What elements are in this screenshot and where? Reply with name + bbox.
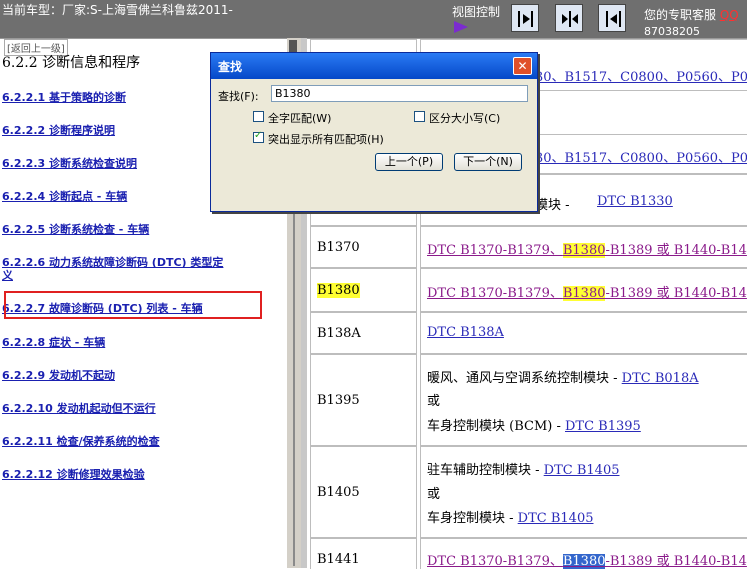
toc-item[interactable]: 6.2.2.10 发动机起动但不运行 [2,400,156,416]
find-dialog: 查找 ✕ 查找(F): 全字匹配(W) 区分大小写(C) 突出显示所有匹配项(H… [210,52,538,212]
module-text: 驻车辅助控制模块 - DTC B1405 [427,463,620,478]
play-arrow-icon[interactable] [454,21,468,33]
top-toolbar: 当前车型：厂家:S-上海雪佛兰科鲁兹2011- 视图控制 您的专职客服 QQ 8… [0,0,747,38]
toc-item[interactable]: 6.2.2.5 诊断系统检查 - 车辆 [2,221,149,237]
table-row: B1370 DTC B1370-B1379、B1380-B1389 或 B144… [310,226,747,268]
support-phone: 87038205 [644,25,700,38]
arrow-left-bar-icon [606,11,621,27]
desc-cell: DTC B1370-B1379、B1380-B1389 或 B1440-B14 [420,226,747,268]
desc-cell: DTC B1370-B1379、B1380-B1389 或 B1440-B14 [420,538,747,569]
selection-highlight-box [4,291,262,319]
current-vehicle-label: 当前车型：厂家:S-上海雪佛兰科鲁兹2011- [2,3,233,17]
module-text: 模块 - [535,198,570,213]
dtc-link[interactable]: DTC B1405 [544,463,620,478]
module-text: 车身控制模块 - DTC B1405 [427,511,594,526]
code-cell: B1370 [310,226,417,268]
code-cell: B1405 [310,446,417,538]
or-text: 或 [427,487,441,502]
toc-item[interactable]: 6.2.2.3 诊断系统检查说明 [2,155,137,171]
toc-item[interactable]: 6.2.2.1 基于策略的诊断 [2,89,126,105]
desc-cell: 暖风、通风与空调系统控制模块 - DTC B018A 或 车身控制模块 (BCM… [420,354,747,446]
whole-word-label: 全字匹配(W) [268,112,332,125]
dtc-link[interactable]: DTC B138A [427,325,504,340]
toc-item[interactable]: 6.2.2.12 诊断修理效果检验 [2,466,145,482]
table-row: B1380 DTC B1370-B1379、B1380-B1389 或 B144… [310,268,747,312]
dialog-title: 查找 [218,60,243,74]
or-text: 或 [427,394,441,409]
table-row: B1441 DTC B1370-B1379、B1380-B1389 或 B144… [310,538,747,569]
toc-item[interactable]: 6.2.2.8 症状 - 车辆 [2,334,105,350]
desc-cell: DTC B138A [420,312,747,354]
section-title: 6.2.2 诊断信息和程序 [2,55,141,71]
dtc-link[interactable]: DTC B1370-B1379、B1380-B1389 或 B1440-B14 [427,239,747,258]
match-case-label: 区分大小写(C) [429,112,501,125]
dtc-link[interactable]: DTC B018A [622,371,699,386]
collapse-left-button[interactable] [511,4,539,32]
toc-item[interactable]: 6.2.2.4 诊断起点 - 车辆 [2,188,127,204]
view-control-label: 视图控制 [452,5,501,19]
next-button[interactable]: 下一个(N) [454,153,522,171]
table-row: B138A DTC B138A [310,312,747,354]
desc-cell: DTC B1370-B1379、B1380-B1389 或 B1440-B14 [420,268,747,312]
highlight-all-label: 突出显示所有匹配项(H) [268,133,384,146]
code-cell: B1441 [310,538,417,569]
find-input[interactable] [271,85,528,102]
split-arrows-icon [562,11,578,27]
desc-cell: 驻车辅助控制模块 - DTC B1405 或 车身控制模块 - DTC B140… [420,446,747,538]
dtc-link[interactable]: 30、B1517、C0800、P0560、P0 [535,147,747,166]
find-label: 查找(F): [218,90,259,103]
table-row: B1405 驻车辅助控制模块 - DTC B1405 或 车身控制模块 - DT… [310,446,747,538]
whole-word-checkbox[interactable] [253,111,264,122]
toc-item[interactable]: 6.2.2.11 检查/保养系统的检查 [2,433,160,449]
highlight-all-checkbox[interactable] [253,130,264,143]
dtc-link[interactable]: DTC B1370-B1379、B1380-B1389 或 B1440-B14 [427,282,747,301]
support-label: 您的专职客服 QQ [644,8,739,22]
collapse-right-button[interactable] [598,4,626,32]
code-cell: B138A [310,312,417,354]
match-case-checkbox[interactable] [414,111,425,122]
dtc-link[interactable]: DTC B1395 [565,419,641,434]
prev-button[interactable]: 上一个(P) [375,153,443,171]
toc-item[interactable]: 6.2.2.9 发动机不起动 [2,367,115,383]
dialog-titlebar[interactable]: 查找 ✕ [211,53,537,79]
module-text: 暖风、通风与空调系统控制模块 - DTC B018A [427,371,699,386]
qq-link[interactable]: QQ [720,8,739,22]
dtc-link[interactable]: DTC B1370-B1379、B1380-B1389 或 B1440-B14 [427,550,747,569]
dtc-link[interactable]: 30、B1517、C0800、P0560、P0 [535,66,747,85]
code-cell: B1380 [310,268,417,312]
dtc-link[interactable]: DTC B1405 [518,511,594,526]
close-icon[interactable]: ✕ [513,57,532,75]
arrow-right-bar-icon [518,11,533,27]
split-view-button[interactable] [555,4,583,32]
toc-item[interactable]: 6.2.2.6 动力系统故障诊断码 (DTC) 类型定 [2,254,223,270]
toc-item[interactable]: 6.2.2.2 诊断程序说明 [2,122,115,138]
table-row: B1395 暖风、通风与空调系统控制模块 - DTC B018A 或 车身控制模… [310,354,747,446]
code-cell: B1395 [310,354,417,446]
dtc-link[interactable]: DTC B1330 [597,194,673,209]
module-text: 车身控制模块 (BCM) - DTC B1395 [427,419,641,434]
toc-item-continued[interactable]: 义 [2,267,13,283]
